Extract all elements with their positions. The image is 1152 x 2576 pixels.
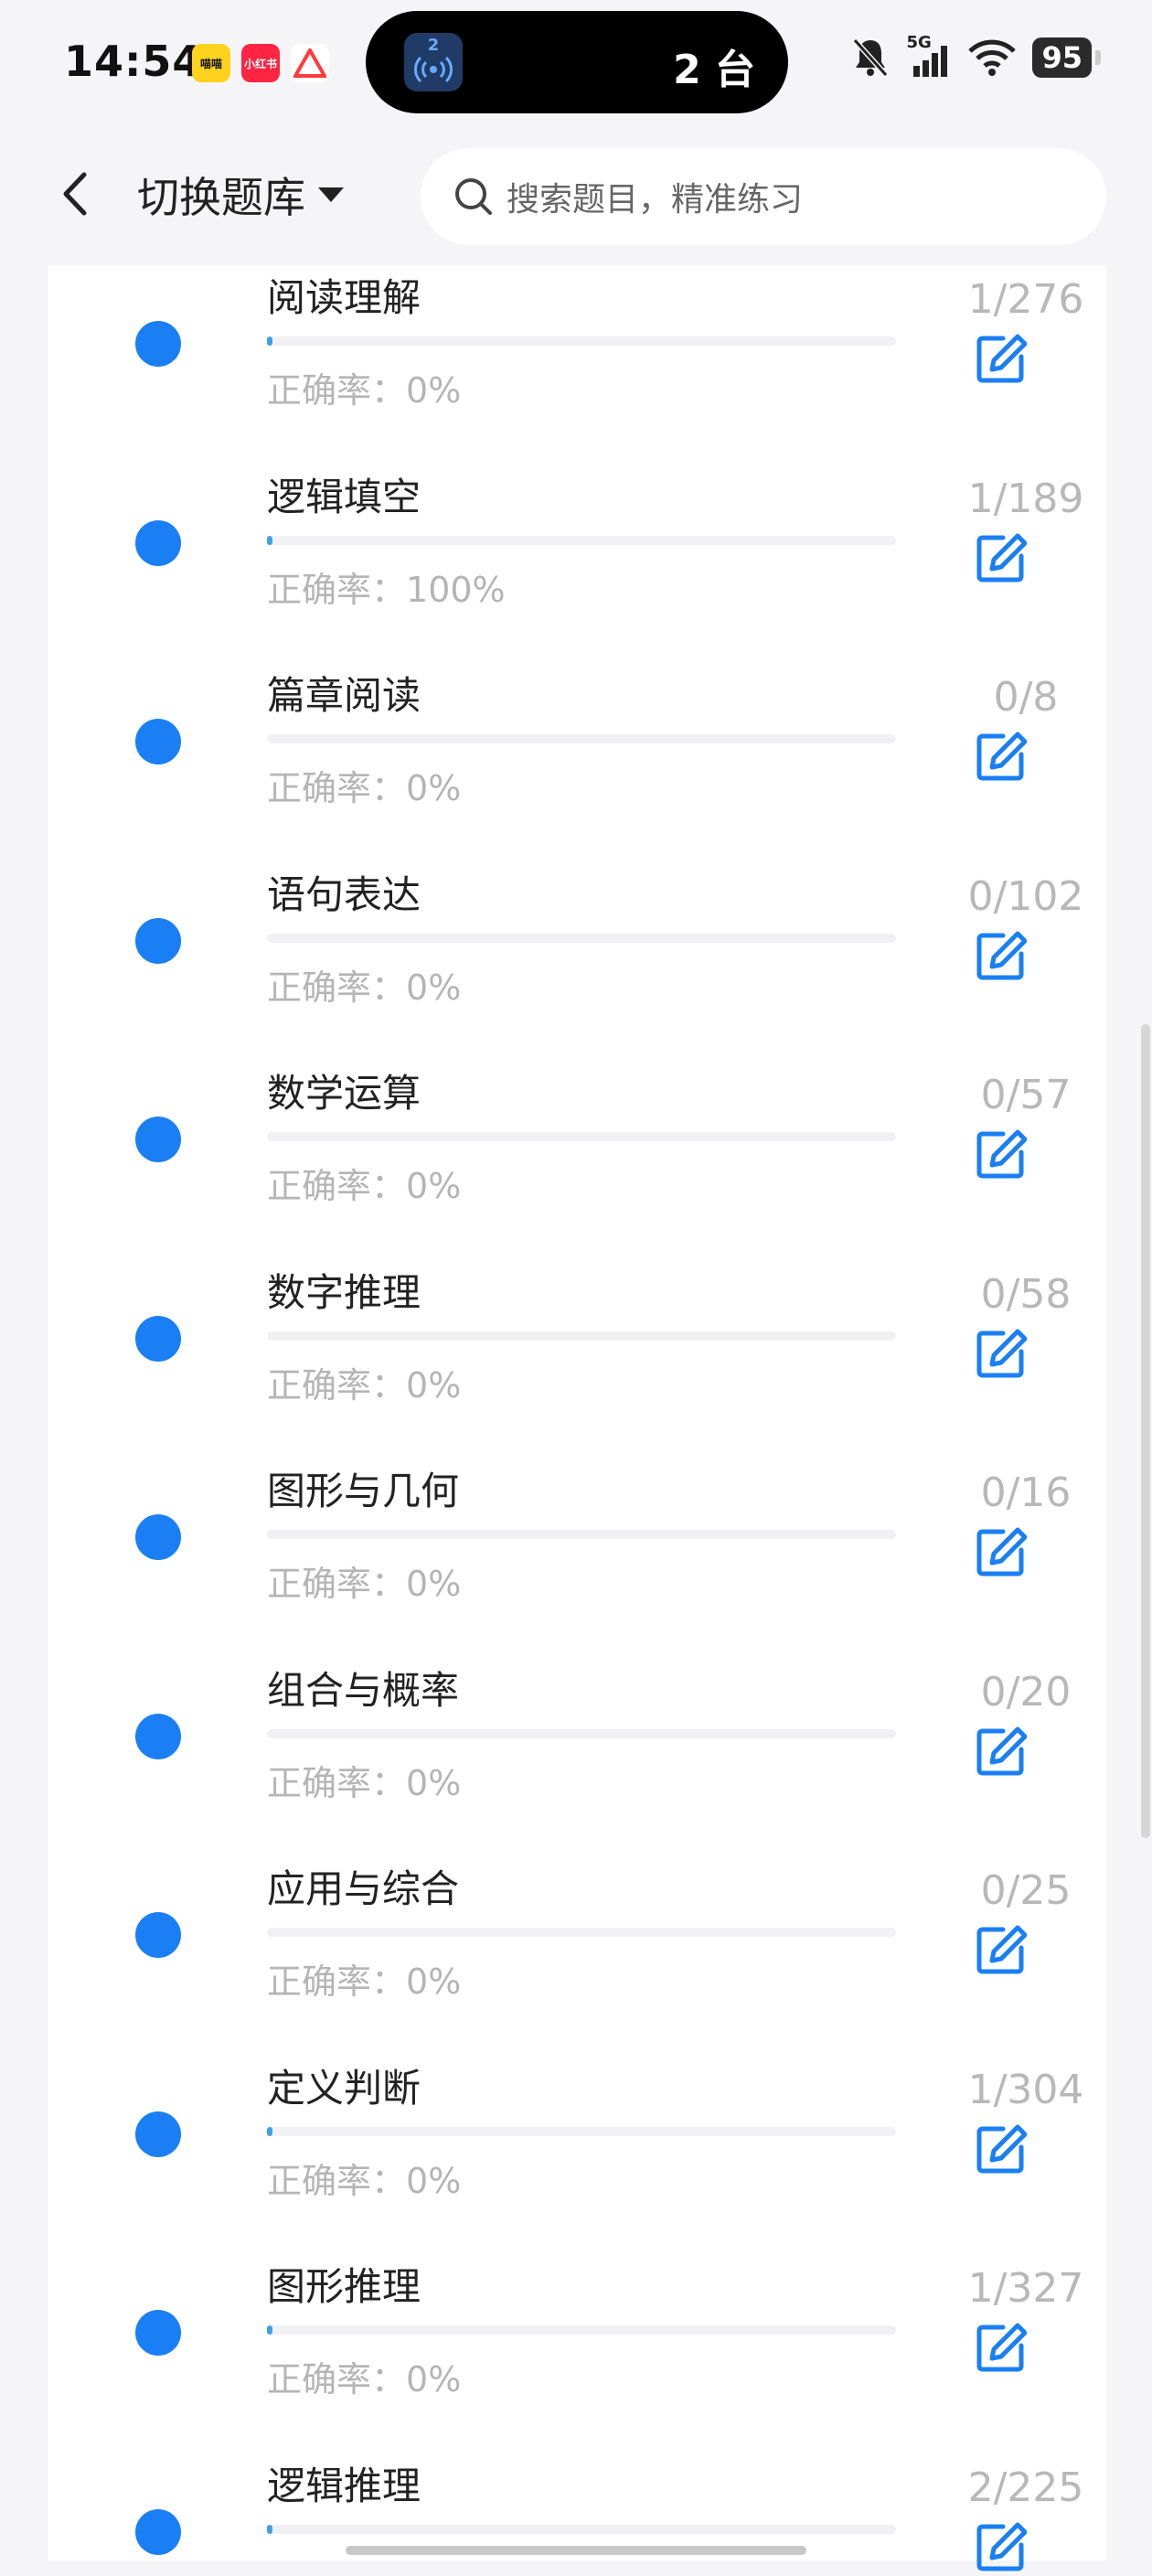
category-row[interactable]: 逻辑填空 正确率：100% 1/189 [48,373,1106,610]
progress-fill [267,2524,273,2534]
wifi-icon [968,39,1017,76]
category-dot [135,1912,181,1958]
pill-text: 2 台 [673,47,755,93]
category-row[interactable]: 图形推理 正确率：0% 1/327 [48,2163,1106,2400]
category-row[interactable]: 逻辑推理 2/225 [48,2362,1106,2571]
question-count: 1/189 [967,475,1084,522]
broadcast-icon: 2 [404,33,463,91]
network-type: 5G [906,33,932,52]
category-title: 语句表达 [267,871,421,917]
practice-button[interactable] [976,2521,1028,2572]
status-time: 14:54 [64,37,203,86]
progress-bar [267,1132,896,1141]
category-title: 图形推理 [267,2264,421,2309]
question-count: 1/327 [967,2265,1084,2312]
pill-number: 2 [427,36,440,55]
dynamic-island[interactable]: 2 2 台 [366,11,788,113]
progress-bar [267,337,896,346]
progress-bar [267,1530,896,1539]
category-title: 应用与综合 [267,1866,460,1911]
category-row[interactable]: 图形与几何 正确率：0% 0/16 [48,1367,1106,1604]
question-count: 0/102 [967,872,1084,920]
status-bar: 14:54 喵喵 小红书 2 2 台 5G 95 [0,0,1152,128]
category-title: 数字推理 [267,1269,421,1315]
triangle-app-icon [291,44,329,82]
question-count: 0/57 [980,1072,1072,1118]
progress-bar [267,2325,896,2335]
progress-fill [267,2325,272,2335]
category-dot [135,2111,181,2157]
category-row[interactable]: 阅读理解 正确率：0% 1/276 [48,174,1106,411]
progress-bar [267,734,896,743]
category-title: 定义判断 [267,2065,421,2111]
category-title: 图形与几何 [267,1469,460,1513]
home-indicator[interactable] [346,2546,806,2555]
progress-bar [267,1728,896,1738]
category-row[interactable]: 语句表达 正确率：0% 0/102 [48,771,1106,1008]
category-dot [135,519,181,566]
category-dot [135,1315,181,1362]
category-row[interactable]: 数学运算 正确率：0% 0/57 [48,969,1106,1206]
progress-bar [267,2126,896,2136]
category-row[interactable]: 应用与综合 正确率：0% 0/25 [48,1765,1106,2002]
category-row[interactable]: 数字推理 正确率：0% 0/58 [48,1169,1106,1406]
category-title: 逻辑推理 [267,2463,421,2508]
question-count: 0/25 [980,1867,1072,1914]
question-count: 0/16 [980,1470,1072,1516]
signal-icon: 5G [906,33,952,79]
progress-bar [267,1331,896,1341]
battery-tip [1095,50,1101,65]
progress-bar [267,535,896,545]
question-count: 0/58 [980,1270,1072,1318]
category-row[interactable]: 定义判断 正确率：0% 1/304 [48,1964,1106,2201]
system-icons: 5G 95 [851,33,1101,79]
progress-fill [267,2126,272,2136]
category-dot [135,1514,181,1560]
scrollbar[interactable] [1141,1024,1150,1838]
category-dot [135,719,181,764]
app-badge-icon: 喵喵 [192,44,230,82]
question-count: 0/8 [993,674,1059,721]
notification-badges: 喵喵 小红书 [192,44,329,82]
category-dot [135,2508,181,2555]
battery-level: 95 [1032,37,1092,78]
category-row[interactable]: 篇章阅读 正确率：0% 0/8 [48,572,1106,808]
app-badge-icon: 小红书 [241,44,280,82]
category-title: 组合与概率 [267,1667,460,1713]
category-title: 阅读理解 [267,275,421,320]
question-count: 2/225 [967,2464,1084,2511]
question-count: 1/304 [967,2066,1084,2113]
progress-fill [267,535,272,545]
category-dot [135,321,181,367]
category-dot [135,917,181,964]
progress-bar [267,1928,896,1937]
progress-bar [267,933,896,943]
mute-bell-icon [853,37,889,78]
question-count: 0/20 [980,1668,1072,1716]
category-title: 数学运算 [267,1071,421,1116]
progress-bar [267,2524,896,2534]
category-dot [135,1713,181,1759]
progress-fill [267,337,272,346]
question-count: 1/276 [967,276,1084,323]
category-dot [135,1117,181,1162]
category-title: 逻辑填空 [267,474,421,519]
category-dot [135,2310,181,2356]
category-row[interactable]: 组合与概率 正确率：0% 0/20 [48,1566,1106,1803]
category-title: 篇章阅读 [267,673,421,718]
edit-icon [976,2522,1028,2571]
category-list: 阅读理解 正确率：0% 1/276 逻辑填空 正确率：100% 1/189 篇章阅读 正确率：… [48,265,1106,2571]
